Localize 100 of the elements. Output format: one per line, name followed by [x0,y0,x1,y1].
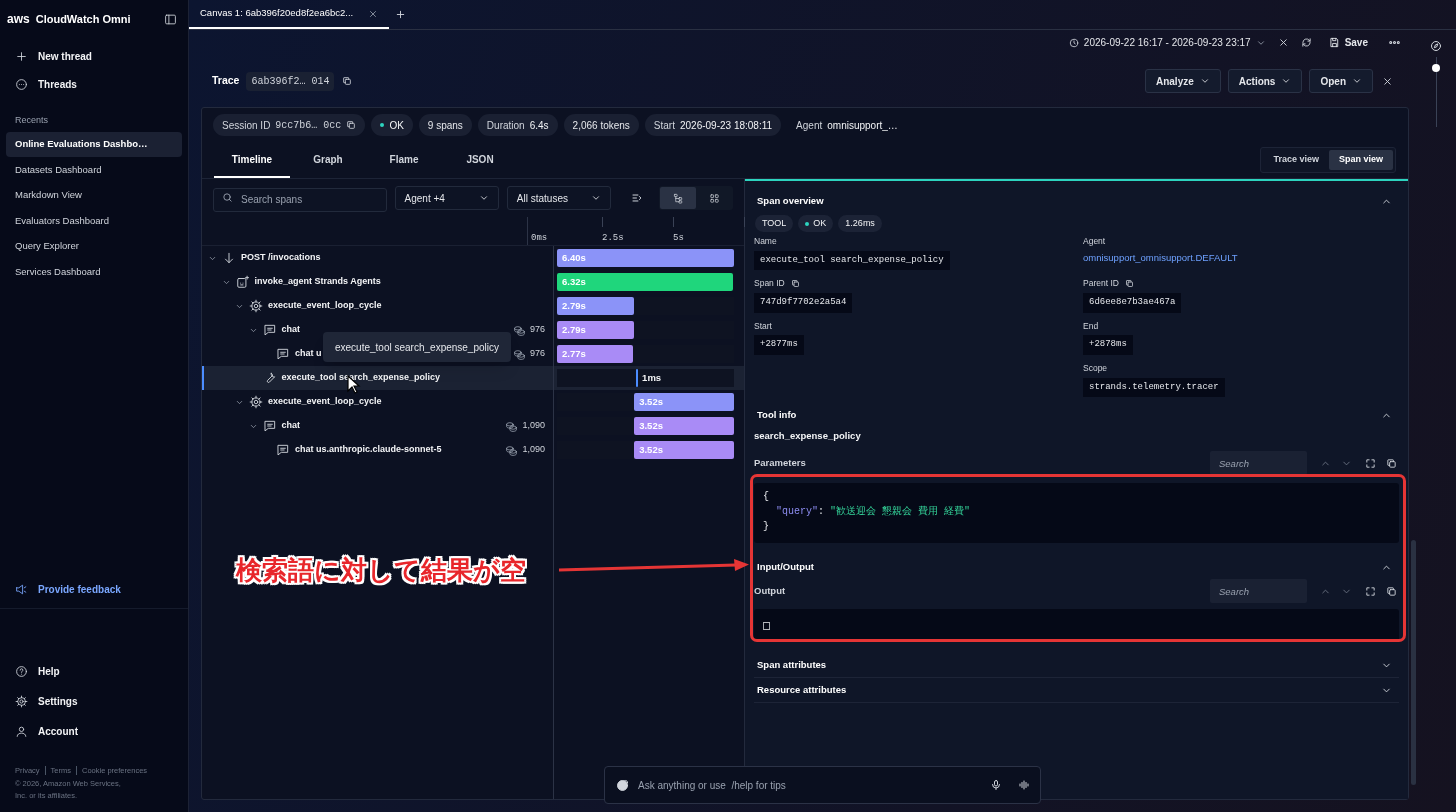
chip-label: Start [653,118,675,133]
tick-label: 0ms [531,231,549,245]
assistant-icon [615,777,630,793]
token-count: 976 [529,323,545,337]
chat-icon [262,323,277,337]
span-row[interactable]: chat 1,090 3.52s [202,414,744,438]
dropdown-button[interactable]: Open [1309,69,1373,93]
save-icon [1328,37,1340,48]
dropdown-button[interactable]: Analyze [1144,69,1221,93]
time-range-picker[interactable]: 2026-09-22 16:17 - 2026-09-23 23:17 [1068,32,1266,53]
expand-icon[interactable] [1365,457,1376,469]
span-row[interactable]: execute_tool search_expense_policy 1ms [202,366,744,390]
token-count: 976 [529,347,545,361]
help-icon [15,664,28,678]
tab-label: Canvas 1: 6ab396f20ed8f2ea6bc2... [200,6,354,21]
chat-icon [262,419,277,433]
layout-toggle[interactable] [660,187,696,209]
search-field[interactable]: Search spans [213,187,387,212]
field-label: End [1083,319,1099,333]
copy-icon[interactable] [346,120,357,130]
recent-item[interactable]: Query Explorer [6,233,182,259]
search-field[interactable]: Search [1210,451,1307,476]
span-row[interactable]: chat us.anthropic.claude-sonnet-5 1,090 3.52s [202,438,744,462]
recent-item[interactable]: Datasets Dashboard [6,157,182,183]
recent-item[interactable]: Online Evaluations Dashbo… [6,131,182,157]
span-row[interactable]: POST /invocations 6.40s [202,246,744,270]
tick-label: 5s [673,231,685,245]
refresh-icon[interactable] [1300,37,1312,48]
save-button[interactable]: Save [1328,35,1368,50]
agent-link[interactable]: omnisupport_omnisupport.DEFAULT [1083,250,1238,265]
span-name: chat us.anthropic.claude-sonnet-5 [295,443,442,457]
code-line: { [763,490,770,505]
canvas-tab[interactable]: Canvas 1: 6ab396f20ed8f2ea6bc2... [189,0,389,29]
arrow-down-icon [222,251,236,265]
nav-item[interactable]: Help [0,656,188,686]
status-chip: OK [371,114,413,136]
span-name: execute_tool search_expense_policy [281,371,441,385]
view-mode-button[interactable]: Span view [1329,150,1393,170]
chat-input[interactable]: Ask anything or use /help for tips [604,766,1041,804]
copy-icon[interactable] [1124,279,1134,289]
field-label: Output [754,584,786,599]
field-label: Name [754,235,777,248]
microphone-icon[interactable] [990,779,1002,791]
filter-dropdown[interactable]: All statuses [506,186,612,210]
chat-field[interactable]: Ask anything or use /help for tips [638,767,982,803]
chip-value: omnisupport_… [827,118,898,133]
expand-icon[interactable] [1365,585,1376,597]
recent-item[interactable]: Evaluators Dashboard [6,208,182,234]
close-icon[interactable] [1277,37,1289,48]
recent-item[interactable]: Services Dashboard [6,259,182,285]
tree-icon [672,192,684,204]
chip-value: 2026-09-23 18:08:11 [679,118,773,133]
megaphone-icon [15,582,28,596]
dropdown-button[interactable]: Actions [1227,69,1303,93]
status-chip: OK [798,215,834,232]
chat-icon [276,347,290,361]
copy-icon[interactable] [342,76,353,86]
tag-chip: TOOL [755,215,794,232]
copy-icon[interactable] [1386,585,1397,597]
copy-icon[interactable] [790,279,800,289]
nav-item[interactable]: Threads [0,70,188,98]
span-row[interactable]: execute_event_loop_cycle 2.79s [202,294,744,318]
chat-icon [276,443,290,457]
chip-label: Duration [486,118,525,133]
timeline-bar: 6.32s [557,273,733,291]
view-tab[interactable]: Graph [290,142,366,178]
agent-icon [235,275,250,289]
view-tab[interactable]: Timeline [214,142,290,178]
nav-item[interactable]: New thread [0,42,188,70]
nav-item[interactable]: Settings [0,686,188,716]
field-label: Parent ID [1083,277,1119,290]
copy-icon[interactable] [1386,457,1397,469]
span-name: chat [281,323,300,337]
close-icon[interactable] [368,8,378,19]
filter-dropdown[interactable]: Agent +4 [394,186,499,210]
timeline-bar: 6.40s [557,249,734,267]
output-text: □ [763,617,771,635]
view-tab[interactable]: JSON [442,142,518,178]
sidebar-toggle-icon[interactable] [164,12,177,26]
timeline-bar: 2.77s [557,345,634,363]
search-field[interactable]: Search [1210,579,1307,604]
chip-value: 6.4s [529,118,549,133]
span-name: chat [281,419,300,433]
view-tab[interactable]: Flame [366,142,442,178]
compass-icon[interactable] [1430,40,1442,52]
span-row[interactable]: execute_event_loop_cycle 3.52s [202,390,744,414]
app-name: CloudWatch Omni [35,11,131,27]
recent-item[interactable]: Markdown View [6,182,182,208]
slider-thumb[interactable] [1432,63,1440,72]
add-tab-icon[interactable] [394,9,406,20]
duration-label: 1ms [642,370,662,385]
feedback-link[interactable]: Provide feedback [0,576,188,602]
waveform-icon[interactable] [1018,779,1030,791]
view-mode-button[interactable]: Trace view [1263,150,1329,170]
tooltip: execute_tool search_expense_policy [323,332,511,362]
close-icon[interactable] [1382,75,1393,87]
span-row[interactable]: invoke_agent Strands Agents 6.32s [202,270,744,294]
field-value: execute_tool search_expense_policy [754,250,950,271]
nav-item[interactable]: Account [0,716,188,746]
list-filter-icon[interactable] [631,192,643,204]
